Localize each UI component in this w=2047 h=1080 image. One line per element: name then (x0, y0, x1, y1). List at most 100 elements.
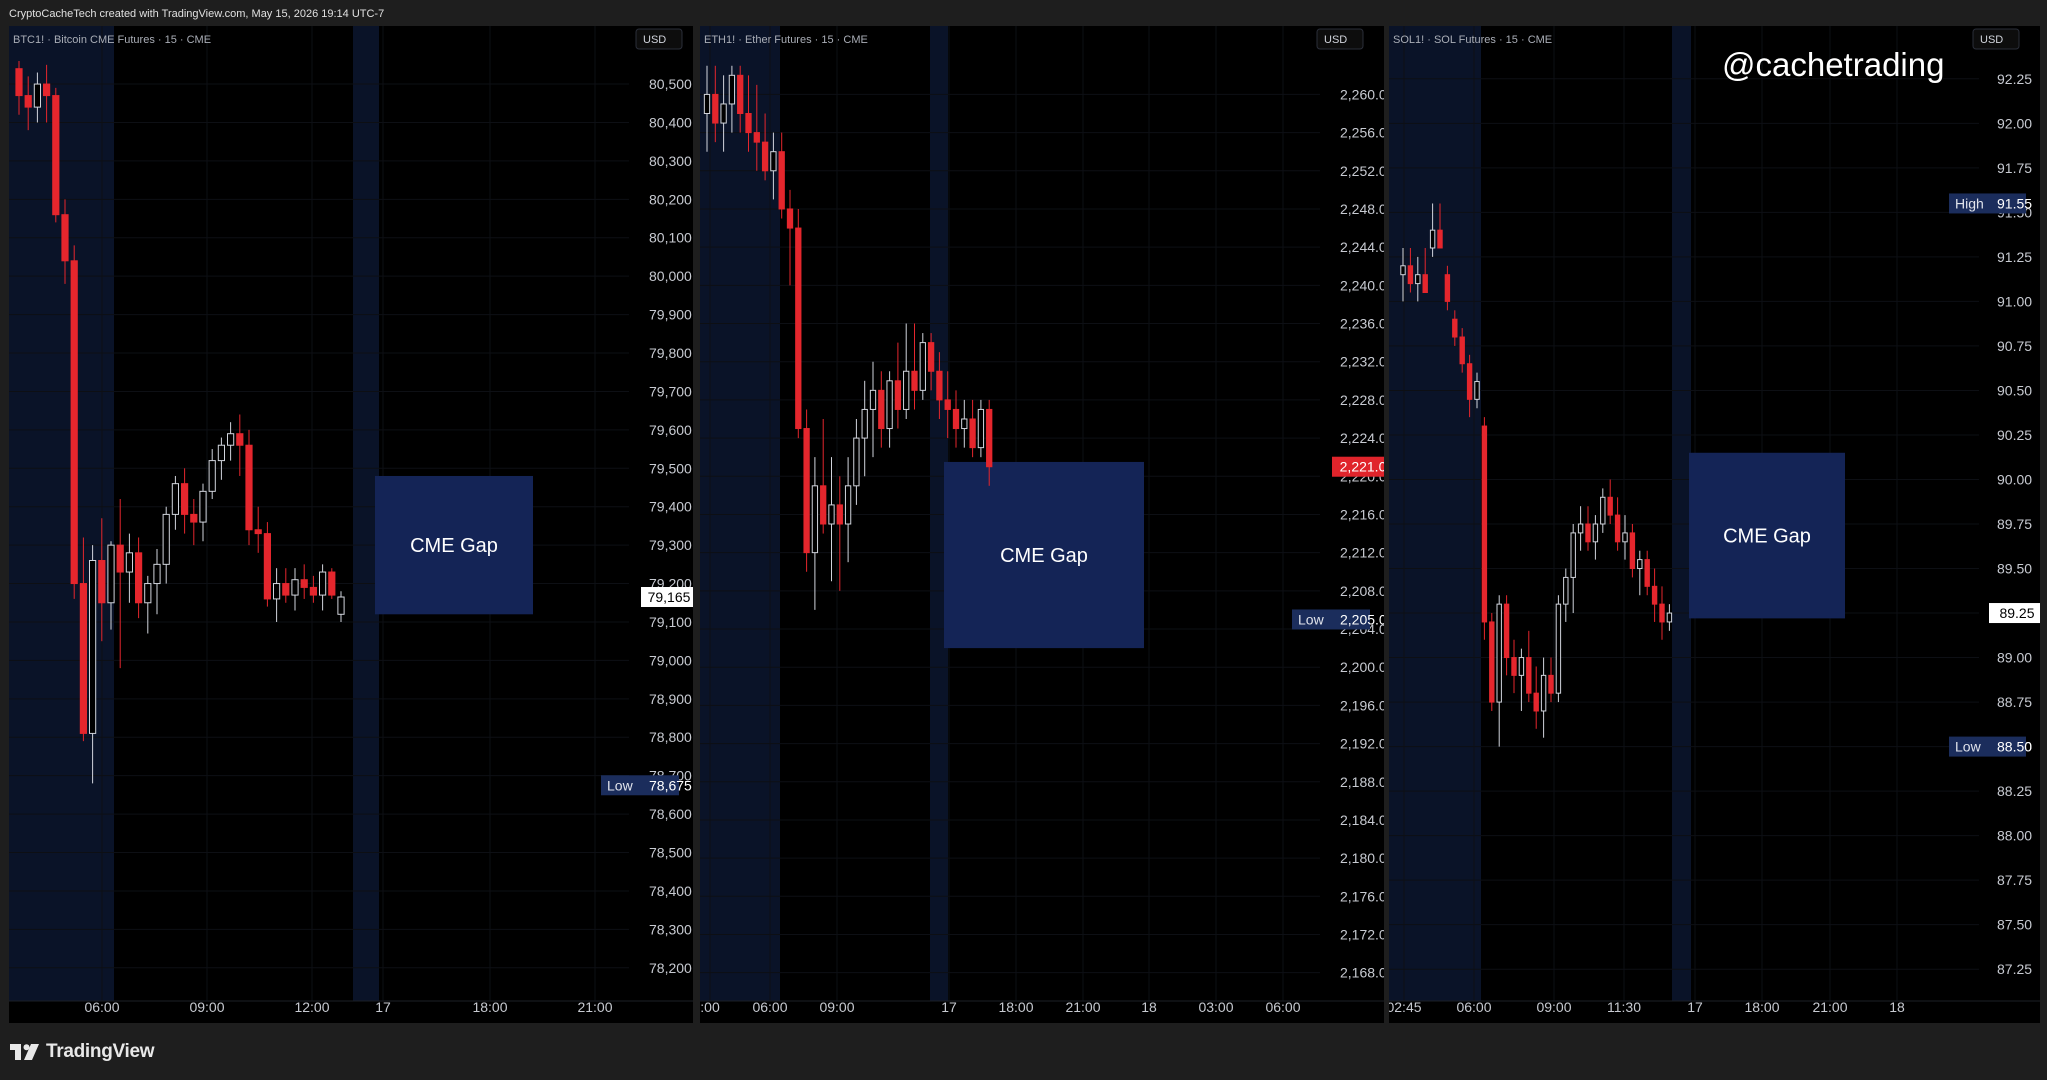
eth-x-tick-label-2: 09:00 (819, 999, 854, 1015)
btc-candle-body-6 (70, 260, 78, 585)
eth-candle-body-16 (836, 504, 843, 525)
btc-chart-svg: CME Gap 78,200 78,300 78,400 78,500 78,600 78,… (9, 26, 693, 1015)
sol-y-tick-label-10: 89.75 (1997, 516, 2032, 532)
sol-y-tick-label-19: 92.00 (1997, 115, 2032, 131)
sol-candle-body-20 (1548, 674, 1554, 694)
sol-y-tick-label-7: 89.00 (1997, 650, 2032, 666)
eth-candle-body-12 (803, 428, 810, 554)
eth-candle-body-21 (878, 389, 885, 430)
eth-y-tick-label-23: 2,260.0 (1340, 86, 1384, 102)
eth-low-marker-tag: Low (1298, 611, 1325, 627)
sol-session-shade-1 (1672, 26, 1691, 1001)
eth-candle-body-22 (886, 380, 893, 430)
sol-cme-gap-label: CME Gap (1723, 526, 1811, 548)
eth-chart-pane[interactable]: CME Gap 2,168.0 2,172.0 2,176.0 2,180.0 2,184… (700, 26, 1384, 1023)
btc-y-tick-label-14: 79,600 (649, 422, 692, 438)
sol-candle-body-0 (1400, 265, 1406, 276)
btc-y-tick-label-4: 78,600 (649, 806, 692, 822)
eth-y-tick-label-20: 2,248.0 (1340, 201, 1384, 217)
btc-candle-body-7 (79, 583, 88, 734)
btc-currency-label: USD (643, 34, 666, 46)
eth-y-tick-label-19: 2,244.0 (1340, 239, 1384, 255)
sol-candle-body-13 (1496, 603, 1502, 703)
sol-x-tick-label-5: 18:00 (1744, 999, 1779, 1015)
eth-chart-svg: CME Gap 2,168.0 2,172.0 2,176.0 2,180.0 2,184… (700, 26, 1384, 1015)
btc-y-tick-label-19: 80,100 (649, 230, 692, 246)
sol-high-marker-value: 91.55 (1997, 195, 2032, 211)
btc-candle-body-29 (282, 583, 290, 596)
btc-candle-body-28 (273, 583, 281, 600)
eth-y-tick-label-18: 2,240.0 (1340, 277, 1384, 293)
sol-y-tick-label-9: 89.50 (1997, 561, 2032, 577)
btc-y-tick-label-9: 79,100 (649, 614, 692, 630)
sol-high-marker-tag: High (1955, 195, 1984, 211)
sol-y-tick-label-15: 91.00 (1997, 293, 2032, 309)
eth-y-tick-label-6: 2,192.0 (1340, 736, 1384, 752)
eth-candle-body-5 (745, 113, 752, 134)
eth-candle-body-8 (770, 151, 777, 172)
sol-y-tick-label-1: 87.50 (1997, 917, 2032, 933)
sol-candle-body-5 (1437, 229, 1443, 249)
btc-session-shade-0 (9, 26, 114, 1001)
eth-candle-body-4 (737, 74, 744, 115)
btc-candle-body-2 (33, 83, 41, 108)
eth-x-tick-label-0: :00 (700, 999, 720, 1015)
tradingview-logo[interactable]: TradingView (10, 1041, 155, 1063)
eth-y-tick-label-2: 2,176.0 (1340, 888, 1384, 904)
btc-candle-body-17 (171, 483, 180, 515)
sol-candle-body-24 (1577, 523, 1584, 534)
btc-candle-body-11 (116, 544, 124, 573)
sol-candle-body-2 (1415, 274, 1421, 285)
sol-chart-pane[interactable]: CME Gap 87.25 87.50 87.75 88.00 88.25 88.50 88.… (1389, 26, 2040, 1023)
eth-candle-body-34 (986, 408, 993, 468)
btc-x-tick-label-2: 12:00 (294, 999, 329, 1015)
sol-candle-body-14 (1503, 603, 1510, 659)
eth-x-tick-label-6: 18 (1141, 999, 1157, 1015)
eth-candle-body-31 (961, 418, 968, 430)
btc-y-tick-label-16: 79,800 (649, 345, 692, 361)
btc-y-tick-label-7: 78,900 (649, 691, 692, 707)
top-bar: CryptoCacheTech created with TradingView… (0, 0, 2047, 26)
btc-candle-body-25 (245, 444, 253, 531)
btc-y-tick-label-20: 80,200 (649, 191, 692, 207)
btc-candle-body-3 (43, 83, 51, 97)
eth-y-tick-label-17: 2,236.0 (1340, 316, 1384, 332)
sol-candle-body-16 (1518, 657, 1525, 676)
eth-candle-body-3 (728, 74, 736, 105)
sol-candle-body-36 (1666, 612, 1673, 623)
btc-y-tick-label-1: 78,300 (649, 921, 692, 937)
btc-candle-body-30 (291, 579, 299, 596)
btc-candle-body-9 (98, 560, 106, 604)
btc-candle-body-26 (254, 529, 262, 535)
sol-x-tick-label-0: 02:45 (1389, 999, 1422, 1015)
btc-candle-body-19 (190, 513, 198, 523)
eth-candle-body-26 (919, 342, 926, 391)
btc-x-tick-label-1: 09:00 (189, 999, 224, 1015)
eth-candle-body-2 (720, 103, 727, 124)
btc-y-tick-label-23: 80,500 (649, 76, 692, 92)
sol-candle-body-6 (1444, 274, 1451, 302)
eth-y-tick-label-11: 2,212.0 (1340, 545, 1384, 561)
btc-x-tick-label-4: 18:00 (472, 999, 507, 1015)
eth-y-tick-label-1: 2,172.0 (1340, 926, 1384, 942)
btc-candle-body-4 (52, 95, 60, 216)
tradingview-logo-icon (10, 1044, 39, 1060)
sol-candle-body-11 (1481, 425, 1488, 623)
sol-candle-body-18 (1533, 692, 1539, 712)
sol-low-marker-value: 88.50 (1997, 739, 2032, 755)
sol-candle-body-32 (1637, 559, 1643, 570)
eth-candle-body-10 (786, 208, 794, 229)
btc-candle-body-20 (199, 490, 207, 523)
btc-candle-body-13 (135, 552, 143, 604)
btc-candle-body-31 (300, 579, 308, 588)
btc-x-tick-label-0: 06:00 (84, 999, 119, 1015)
sol-candle-body-25 (1585, 523, 1591, 543)
eth-x-tick-label-4: 18:00 (998, 999, 1033, 1015)
btc-chart-pane[interactable]: CME Gap 78,200 78,300 78,400 78,500 78,600 78,… (9, 26, 693, 1023)
btc-y-tick-label-6: 78,800 (649, 729, 692, 745)
sol-candle-body-19 (1540, 674, 1547, 712)
eth-y-tick-label-5: 2,188.0 (1340, 774, 1384, 790)
sol-candle-body-1 (1407, 265, 1414, 285)
sol-y-tick-label-11: 90.00 (1997, 471, 2032, 487)
sol-symbol-label: SOL1! · SOL Futures · 15 · CME (1393, 34, 1552, 46)
